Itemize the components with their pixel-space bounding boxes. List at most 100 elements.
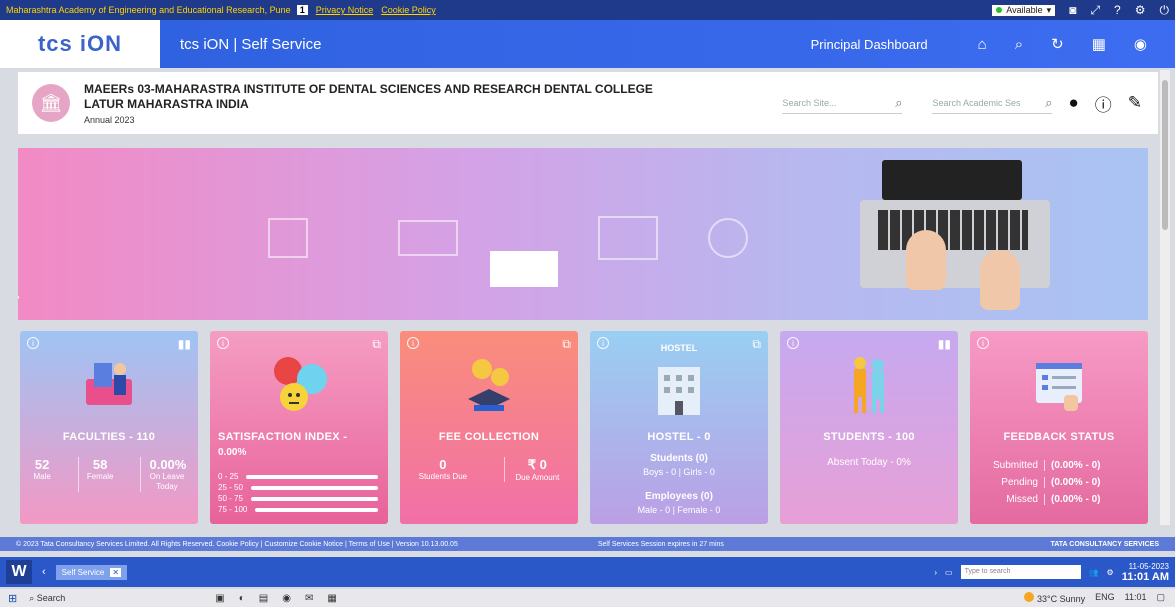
info-icon[interactable]: i (977, 337, 989, 349)
close-icon[interactable]: ✕ (110, 567, 122, 577)
app-icon[interactable]: ▦ (327, 593, 336, 604)
users-icon[interactable]: 👥 (1089, 568, 1099, 577)
edge-icon[interactable]: ◐ (239, 593, 245, 604)
privacy-notice-link[interactable]: Privacy Notice (316, 5, 374, 15)
stat-label: Students Due (418, 472, 468, 481)
range-label: 25 - 50 (218, 483, 243, 492)
w-logo-icon[interactable]: W (6, 560, 32, 584)
tab-label: Self Service (61, 567, 105, 577)
students-due-stat: 0 Students Due (419, 457, 467, 482)
back-arrow-icon[interactable]: ‹ (42, 566, 46, 578)
satisfaction-card[interactable]: i ⧉ SATISFACTION INDEX - 0.00% 0 - 25 25… (210, 331, 388, 524)
info-icon[interactable]: i (407, 337, 419, 349)
user-circle-icon[interactable]: ◉ (1134, 35, 1147, 53)
search-icon[interactable]: ⌕ (895, 95, 902, 111)
apps-grid-icon[interactable]: ▦ (1092, 35, 1106, 53)
emoji-faces-icon (274, 357, 327, 411)
windows-search[interactable]: ⌕ Search (29, 593, 65, 604)
academic-year: Annual 2023 (84, 114, 135, 125)
forward-arrow-icon[interactable]: › (934, 568, 937, 577)
search-session-placeholder: Search Academic Ses (932, 97, 1021, 108)
stat-label: On Leave Today (149, 472, 185, 491)
stat-value: ₹ 0 (527, 457, 547, 472)
status-select[interactable]: Available ▾ (992, 4, 1056, 16)
settings-icon[interactable]: ⚙ (1135, 3, 1146, 17)
sun-icon (1024, 592, 1035, 602)
page-scrollbar[interactable] (1160, 70, 1170, 525)
feedback-form-icon (1036, 363, 1082, 411)
profile-icon[interactable]: ● (1068, 93, 1078, 113)
hostel-students-detail: Boys - 0 | Girls - 0 (643, 467, 715, 477)
feedback-title: FEEDBACK STATUS (1003, 431, 1115, 443)
expand-icon[interactable]: ⤢ (1090, 3, 1100, 18)
search-session-input[interactable]: Search Academic Ses ⌕ (932, 92, 1053, 114)
hostel-card[interactable]: i ⧉ HOSTEL HOSTEL - 0 Students (0) Boys … (590, 331, 768, 524)
windows-start-icon[interactable]: ⊞ (8, 592, 17, 605)
feedback-value: (0.00% - 0) (1044, 477, 1100, 488)
edit-icon[interactable]: ✎ (1128, 93, 1142, 113)
chat-icon[interactable]: ▭ (945, 568, 953, 577)
expand-sidebar-icon[interactable]: » (18, 288, 20, 304)
notification-badge[interactable]: 1 (296, 5, 308, 15)
students-card[interactable]: i ▮▮ STUDENTS - 100 Absent Today - 0% (780, 331, 958, 524)
info-icon[interactable]: i (217, 337, 229, 349)
fee-collection-card[interactable]: i ⧉ FEE COLLECTION 0 Students Due ₹ 0 Due … (400, 331, 578, 524)
footer-copyright: © 2023 Tata Consultancy Services Limited… (16, 540, 458, 548)
faculties-card[interactable]: i ▮▮ FACULTIES - 110 52 Male 58 Female 0.0… (20, 331, 198, 524)
faculties-illustration-icon (86, 363, 132, 405)
external-link-icon[interactable]: ⧉ (562, 337, 571, 352)
range-row: 50 - 75 (218, 493, 378, 504)
refresh-icon[interactable]: ↻ (1051, 35, 1064, 53)
range-bar (250, 485, 378, 490)
help-icon[interactable]: ? (1114, 3, 1121, 17)
principal-dashboard-link[interactable]: Principal Dashboard (811, 37, 928, 52)
chevron-down-icon: ▾ (1046, 4, 1052, 15)
bar-chart-icon[interactable]: ▮▮ (178, 337, 191, 351)
language[interactable]: ENG (1095, 592, 1115, 604)
info-icon[interactable]: ⓘ (1095, 91, 1112, 116)
camera-icon[interactable]: ◙ (1069, 3, 1076, 17)
browser-taskbar: W ‹ Self Service ✕ › ▭ Type to search 👥 ⚙… (0, 557, 1175, 587)
info-icon[interactable]: i (787, 337, 799, 349)
stat-label: Due Amount (515, 473, 560, 482)
home-icon[interactable]: ⌂ (978, 36, 987, 53)
power-icon[interactable]: ⏻ (1160, 3, 1170, 18)
feedback-key: Submitted (992, 460, 1038, 471)
tcs-ion-logo[interactable]: tcs iON (0, 31, 160, 57)
tab-self-service[interactable]: Self Service ✕ (55, 564, 128, 580)
info-icon[interactable]: i (27, 337, 39, 349)
folder-icon[interactable]: ▤ (259, 593, 268, 604)
system-clock[interactable]: 11:01 (1125, 592, 1147, 604)
feedback-key: Missed (1006, 494, 1038, 505)
app-header: tcs iON tcs iON | Self Service Principal… (0, 20, 1175, 68)
faculty-leave-stat: 0.00% On Leave Today (140, 457, 186, 492)
weather[interactable]: 33°C Sunny (1024, 592, 1085, 604)
institution-icon: 🏛 (32, 84, 70, 122)
range-bar (246, 474, 378, 479)
range-row: 25 - 50 (218, 482, 378, 493)
hostel-sign: HOSTEL (660, 343, 698, 353)
cookie-policy-link[interactable]: Cookie Policy (381, 5, 436, 15)
range-bar (255, 507, 378, 512)
notification-icon[interactable]: ▢ (1156, 592, 1165, 604)
search-icon[interactable]: ⌕ (1045, 95, 1052, 111)
taskview-icon[interactable]: ▣ (215, 593, 224, 604)
hostel-students: Students (0) (650, 453, 708, 464)
top-strip: Maharashtra Academy of Engineering and E… (0, 0, 1175, 20)
search-icon[interactable]: ⌕ (1015, 36, 1023, 53)
hostel-title: HOSTEL - 0 (647, 431, 711, 443)
chrome-icon[interactable]: ◉ (282, 593, 291, 604)
taskbar-search-input[interactable]: Type to search (960, 565, 1081, 579)
house-outline-icon (598, 216, 658, 260)
search-site-input[interactable]: Search Site... ⌕ (782, 92, 903, 114)
settings-icon[interactable]: ⚙ (1107, 568, 1114, 577)
external-link-icon[interactable]: ⧉ (372, 337, 381, 352)
institute-name-line1: MAEERs 03-MAHARASTRA INSTITUTE OF DENTAL… (84, 81, 653, 96)
bar-chart-icon[interactable]: ▮▮ (938, 337, 951, 351)
feedback-card[interactable]: i FEEDBACK STATUS Submitted (0.00% - 0) P… (970, 331, 1148, 524)
status-dot-icon (996, 7, 1003, 13)
feedback-value: (0.00% - 0) (1044, 494, 1100, 505)
scrollbar-thumb[interactable] (1162, 80, 1168, 230)
satisfaction-title: SATISFACTION INDEX - (218, 431, 348, 443)
mail-icon[interactable]: ✉ (305, 593, 313, 604)
